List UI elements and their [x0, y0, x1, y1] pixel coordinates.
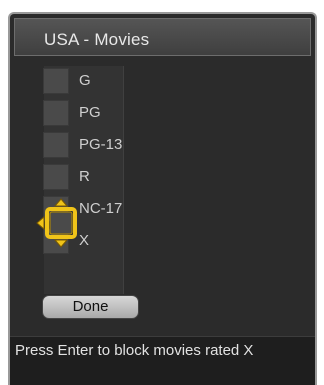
focus-cursor-icon — [36, 198, 77, 248]
rating-label-g: G — [79, 72, 91, 89]
title-bar: USA - Movies — [14, 18, 311, 56]
rating-row-g[interactable]: G — [43, 68, 243, 96]
checkbox-g[interactable] — [43, 68, 69, 94]
parental-control-panel: USA - Movies G PG PG-13 R NC-17 X Done P… — [8, 12, 317, 385]
rating-row-pg[interactable]: PG — [43, 100, 243, 128]
dialog-title: USA - Movies — [44, 30, 150, 49]
checkbox-r[interactable] — [43, 164, 69, 190]
rating-label-pg-13: PG-13 — [79, 136, 123, 153]
rating-row-r[interactable]: R — [43, 164, 243, 192]
help-footer: Press Enter to block movies rated X — [10, 336, 315, 385]
rating-row-pg-13[interactable]: PG-13 — [43, 132, 243, 160]
rating-label-pg: PG — [79, 104, 101, 121]
rating-label-r: R — [79, 168, 90, 185]
help-text: Press Enter to block movies rated X — [15, 342, 254, 359]
done-button[interactable]: Done — [42, 295, 139, 319]
checkbox-pg-13[interactable] — [43, 132, 69, 158]
checkbox-pg[interactable] — [43, 100, 69, 126]
